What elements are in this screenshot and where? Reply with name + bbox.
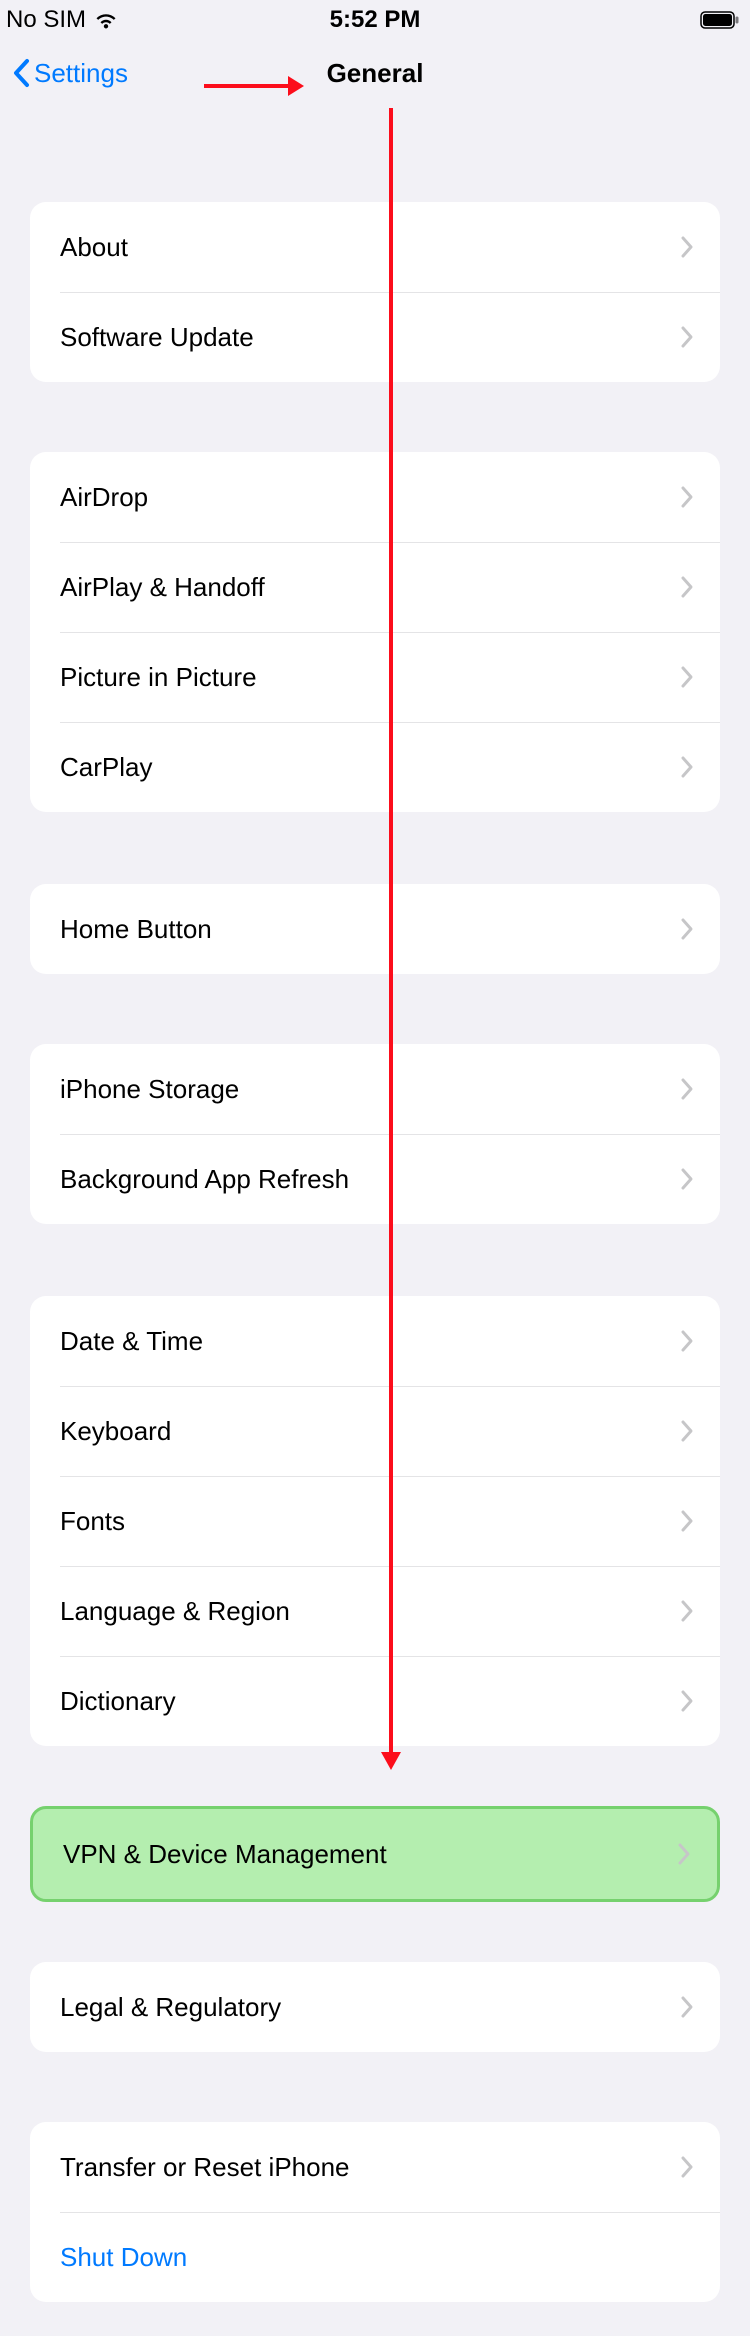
chevron-right-icon <box>680 1599 694 1623</box>
status-time: 5:52 PM <box>330 6 421 34</box>
settings-group: Home Button <box>30 884 720 974</box>
status-left: No SIM <box>6 6 118 34</box>
row-keyboard[interactable]: Keyboard <box>30 1386 720 1476</box>
settings-group: VPN & Device Management <box>30 1806 720 1902</box>
settings-group: Date & Time Keyboard Fonts Language & Regio… <box>30 1296 720 1746</box>
status-right <box>700 11 740 29</box>
row-picture-in-picture[interactable]: Picture in Picture <box>30 632 720 722</box>
page-title: General <box>327 58 424 89</box>
chevron-left-icon <box>12 58 30 88</box>
chevron-right-icon <box>680 1995 694 2019</box>
chevron-right-icon <box>680 235 694 259</box>
row-label: About <box>60 232 680 263</box>
chevron-right-icon <box>680 325 694 349</box>
back-label: Settings <box>34 58 128 89</box>
wifi-icon <box>94 11 118 29</box>
row-vpn-device-management[interactable]: VPN & Device Management <box>33 1809 717 1899</box>
row-airdrop[interactable]: AirDrop <box>30 452 720 542</box>
row-label: Transfer or Reset iPhone <box>60 2152 680 2183</box>
chevron-right-icon <box>680 665 694 689</box>
chevron-right-icon <box>680 1077 694 1101</box>
settings-group: iPhone Storage Background App Refresh <box>30 1044 720 1224</box>
chevron-right-icon <box>680 2155 694 2179</box>
settings-group: Legal & Regulatory <box>30 1962 720 2052</box>
chevron-right-icon <box>680 755 694 779</box>
row-legal-regulatory[interactable]: Legal & Regulatory <box>30 1962 720 2052</box>
settings-content: About Software Update AirDrop AirPlay & Han… <box>0 106 750 2302</box>
row-label: Shut Down <box>60 2242 694 2273</box>
row-label: Keyboard <box>60 1416 680 1447</box>
chevron-right-icon <box>680 1419 694 1443</box>
row-label: CarPlay <box>60 752 680 783</box>
row-label: Background App Refresh <box>60 1164 680 1195</box>
chevron-right-icon <box>680 485 694 509</box>
row-background-app-refresh[interactable]: Background App Refresh <box>30 1134 720 1224</box>
row-dictionary[interactable]: Dictionary <box>30 1656 720 1746</box>
navigation-bar: Settings General <box>0 40 750 106</box>
chevron-right-icon <box>680 1329 694 1353</box>
row-language-region[interactable]: Language & Region <box>30 1566 720 1656</box>
row-shut-down[interactable]: Shut Down <box>30 2212 720 2302</box>
carrier-label: No SIM <box>6 6 86 34</box>
row-label: Dictionary <box>60 1686 680 1717</box>
row-label: Software Update <box>60 322 680 353</box>
chevron-right-icon <box>680 917 694 941</box>
row-label: Picture in Picture <box>60 662 680 693</box>
settings-group: AirDrop AirPlay & Handoff Picture in Pictu… <box>30 452 720 812</box>
row-iphone-storage[interactable]: iPhone Storage <box>30 1044 720 1134</box>
chevron-right-icon <box>680 575 694 599</box>
row-label: Language & Region <box>60 1596 680 1627</box>
row-label: AirDrop <box>60 482 680 513</box>
chevron-right-icon <box>680 1509 694 1533</box>
chevron-right-icon <box>680 1689 694 1713</box>
row-transfer-reset[interactable]: Transfer or Reset iPhone <box>30 2122 720 2212</box>
row-about[interactable]: About <box>30 202 720 292</box>
row-software-update[interactable]: Software Update <box>30 292 720 382</box>
row-label: Home Button <box>60 914 680 945</box>
settings-group: Transfer or Reset iPhone Shut Down <box>30 2122 720 2302</box>
row-home-button[interactable]: Home Button <box>30 884 720 974</box>
chevron-right-icon <box>680 1167 694 1191</box>
row-airplay-handoff[interactable]: AirPlay & Handoff <box>30 542 720 632</box>
back-button[interactable]: Settings <box>12 58 128 89</box>
chevron-right-icon <box>677 1842 691 1866</box>
row-label: Legal & Regulatory <box>60 1992 680 2023</box>
status-bar: No SIM 5:52 PM <box>0 0 750 40</box>
row-label: VPN & Device Management <box>63 1839 677 1870</box>
settings-group: About Software Update <box>30 202 720 382</box>
row-carplay[interactable]: CarPlay <box>30 722 720 812</box>
row-label: Fonts <box>60 1506 680 1537</box>
row-label: AirPlay & Handoff <box>60 572 680 603</box>
row-label: Date & Time <box>60 1326 680 1357</box>
row-date-time[interactable]: Date & Time <box>30 1296 720 1386</box>
row-label: iPhone Storage <box>60 1074 680 1105</box>
battery-icon <box>700 11 740 29</box>
row-fonts[interactable]: Fonts <box>30 1476 720 1566</box>
